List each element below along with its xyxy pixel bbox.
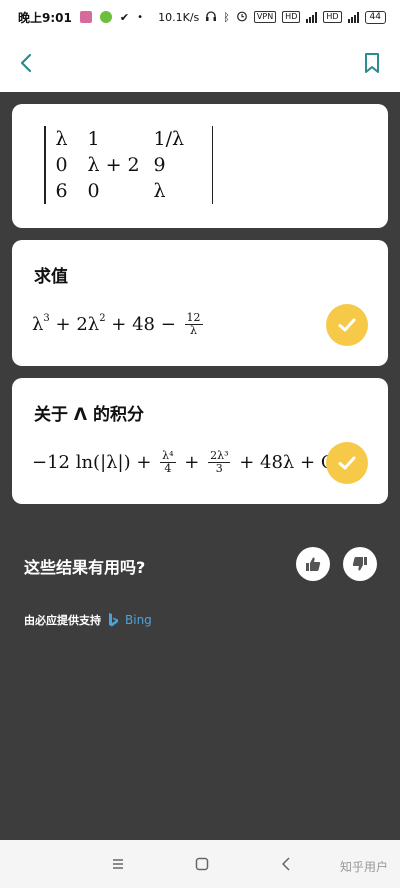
- powered-by: 由必应提供支持 Bing: [24, 612, 152, 628]
- matrix-left-bar: [44, 126, 46, 204]
- home-square-icon: [195, 857, 209, 871]
- evaluate-title: 求值: [34, 267, 68, 287]
- matrix-right-bar: [211, 126, 213, 204]
- gallery-notification-icon: [79, 11, 92, 23]
- wechat-notification-icon: [99, 11, 112, 23]
- check-notification-icon: ✔: [119, 10, 130, 24]
- signal-icon-1: [306, 11, 318, 23]
- powered-by-text: 由必应提供支持: [24, 614, 101, 627]
- fraction-denominator: 4: [164, 462, 172, 475]
- matrix-cell: 1: [87, 128, 100, 150]
- system-nav-bar: 知乎用户: [0, 840, 400, 888]
- term: λ: [32, 314, 44, 335]
- check-icon: [338, 318, 356, 332]
- evaluate-card: 求值 λ3 + 2λ 2 + 48 − 12 λ: [12, 240, 388, 366]
- chevron-left-icon: [20, 53, 32, 73]
- term: −12 ln(|λ|) +: [32, 452, 158, 473]
- feedback-question: 这些结果有用吗?: [24, 558, 146, 577]
- hd-badge-1: HD: [282, 11, 301, 23]
- hd-badge-2: HD: [323, 11, 342, 23]
- alarm-icon: [236, 10, 248, 25]
- system-back-button[interactable]: [276, 854, 296, 874]
- thumbs-up-icon: [306, 557, 321, 571]
- determinant-matrix: λ 1 1/λ 0 λ + 2 9 6 0 λ: [34, 126, 223, 204]
- battery-icon: 44: [364, 10, 386, 24]
- fraction: 2λ³ 3: [208, 450, 231, 475]
- accept-result-button[interactable]: [326, 304, 368, 346]
- integral-title: 关于 Λ 的积分: [34, 405, 144, 425]
- fraction: 12 λ: [184, 312, 203, 337]
- fraction: λ⁴ 4: [160, 450, 176, 475]
- app-bar: [0, 34, 400, 92]
- bing-wordmark: Bing: [125, 613, 152, 627]
- net-speed: 10.1K/s: [158, 10, 200, 24]
- menu-icon: [113, 859, 123, 869]
- watermark: 知乎用户: [339, 860, 388, 874]
- matrix-cell: λ: [55, 128, 68, 150]
- results-panel: λ 1 1/λ 0 λ + 2 9 6 0 λ 求值 λ3 + 2λ 2 + 48…: [0, 92, 400, 840]
- term: + 48λ + C: [233, 452, 335, 473]
- exponent: 2: [99, 313, 106, 324]
- bluetooth-icon: ᛒ: [223, 10, 230, 24]
- bookmark-icon: [365, 53, 379, 73]
- thumbs-down-button[interactable]: [343, 547, 377, 581]
- accept-result-button[interactable]: [326, 442, 368, 484]
- fraction-denominator: λ: [190, 324, 198, 337]
- integral-card: 关于 Λ 的积分 −12 ln(|λ|) + λ⁴ 4 + 2λ³ 3 + 48…: [12, 378, 388, 504]
- integral-result: −12 ln(|λ|) + λ⁴ 4 + 2λ³ 3 + 48λ + C: [32, 450, 335, 475]
- matrix-cell: 1/λ: [153, 128, 185, 150]
- back-triangle-icon: [282, 857, 290, 871]
- thumbs-up-button[interactable]: [296, 547, 330, 581]
- exponent: 3: [43, 313, 50, 324]
- evaluate-result: λ3 + 2λ 2 + 48 − 12 λ: [32, 312, 206, 337]
- thumbs-down-icon: [352, 557, 367, 571]
- matrix-cell: 0: [87, 180, 100, 202]
- fraction-denominator: 3: [215, 462, 223, 475]
- bing-logo-icon: [109, 613, 118, 627]
- matrix-cell: λ: [153, 180, 166, 202]
- vpn-badge: VPN: [253, 11, 277, 23]
- back-button[interactable]: [14, 50, 40, 76]
- signal-icon-2: [347, 11, 359, 23]
- matrix-cell: λ + 2: [87, 154, 140, 176]
- matrix-card: λ 1 1/λ 0 λ + 2 9 6 0 λ: [12, 104, 388, 228]
- term: + 2λ: [49, 314, 100, 335]
- matrix-cell: 9: [153, 154, 166, 176]
- status-time: 晚上9:01: [18, 10, 72, 25]
- term: +: [178, 452, 206, 473]
- dot-icon: •: [137, 11, 143, 23]
- status-bar: 晚上9:01 ✔ • 10.1K/s ᛒ VPN HD HD 44: [0, 0, 400, 34]
- matrix-cell: 0: [55, 154, 68, 176]
- headphones-icon: [205, 10, 217, 25]
- check-icon: [338, 456, 356, 470]
- bookmark-button[interactable]: [360, 50, 384, 76]
- term: + 48 −: [105, 314, 182, 335]
- matrix-grid: λ 1 1/λ 0 λ + 2 9 6 0 λ: [56, 126, 202, 204]
- recent-apps-button[interactable]: [108, 854, 128, 874]
- home-button[interactable]: [192, 854, 212, 874]
- matrix-cell: 6: [55, 180, 68, 202]
